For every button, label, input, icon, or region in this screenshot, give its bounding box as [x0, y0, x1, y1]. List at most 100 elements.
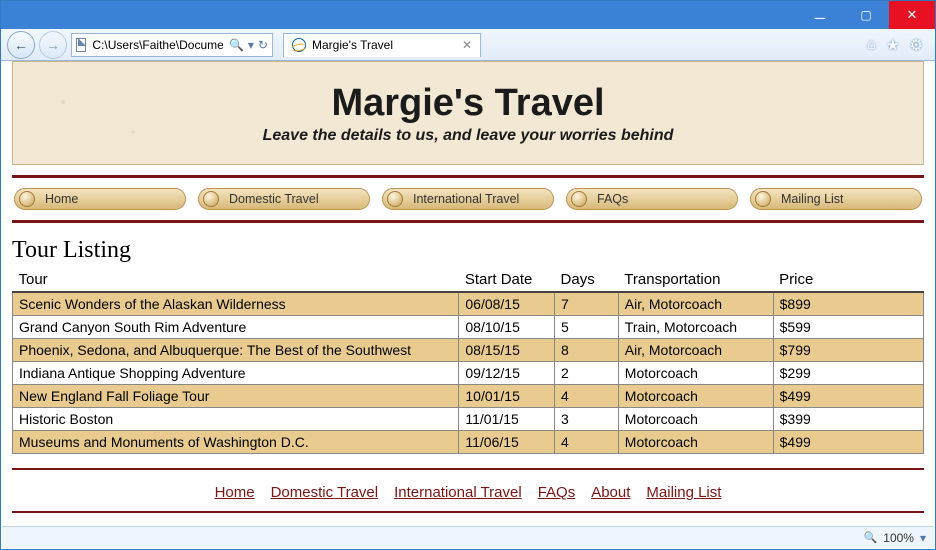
dropdown-icon[interactable]: ▾: [248, 38, 254, 52]
main-nav: Home Domestic Travel International Trave…: [14, 188, 922, 210]
table-row: Historic Boston11/01/153Motorcoach$399: [13, 408, 924, 431]
nav-home[interactable]: Home: [14, 188, 186, 210]
table-row: Indiana Antique Shopping Adventure09/12/…: [13, 362, 924, 385]
divider: [12, 220, 924, 223]
copyright: Copyright © Margie's Travel No material …: [12, 519, 924, 525]
nav-international[interactable]: International Travel: [382, 188, 554, 210]
address-bar[interactable]: 🔍 ▾ ↻: [71, 33, 273, 57]
nav-dot-icon: [387, 191, 403, 207]
back-button[interactable]: ←: [7, 31, 35, 59]
cell-days: 7: [555, 292, 619, 316]
divider: [12, 511, 924, 513]
table-row: Grand Canyon South Rim Adventure08/10/15…: [13, 316, 924, 339]
settings-icon[interactable]: ⚙: [910, 36, 923, 54]
cell-start: 08/10/15: [459, 316, 555, 339]
page-viewport[interactable]: Margie's Travel Leave the details to us,…: [2, 61, 934, 525]
nav-label: FAQs: [597, 192, 628, 206]
cell-tour: Grand Canyon South Rim Adventure: [13, 316, 459, 339]
maximize-button[interactable]: [843, 1, 889, 29]
cell-transport: Air, Motorcoach: [618, 292, 773, 316]
address-input[interactable]: [90, 37, 225, 53]
cell-price: $399: [773, 408, 923, 431]
table-row: Scenic Wonders of the Alaskan Wilderness…: [13, 292, 924, 316]
nav-dot-icon: [203, 191, 219, 207]
footer-link[interactable]: Domestic Travel: [271, 484, 379, 501]
table-row: New England Fall Foliage Tour10/01/154Mo…: [13, 385, 924, 408]
toolbar-right: ⌂ ★ ⚙: [867, 36, 929, 54]
col-transport: Transportation: [618, 268, 773, 292]
cell-start: 11/06/15: [459, 431, 555, 454]
page-heading: Tour Listing: [12, 237, 924, 264]
table-row: Museums and Monuments of Washington D.C.…: [13, 431, 924, 454]
nav-dot-icon: [19, 191, 35, 207]
tab-close-icon[interactable]: ✕: [462, 38, 472, 52]
zoom-dropdown-icon[interactable]: ▾: [920, 531, 926, 545]
col-days: Days: [555, 268, 619, 292]
cell-days: 3: [555, 408, 619, 431]
nav-label: Home: [45, 192, 78, 206]
minimize-button[interactable]: [797, 1, 843, 29]
page-content: Margie's Travel Leave the details to us,…: [2, 61, 934, 525]
table-header-row: Tour Start Date Days Transportation Pric…: [13, 268, 924, 292]
browser-window: ← → 🔍 ▾ ↻ Margie's Travel ✕ ⌂ ★ ⚙ Margie…: [0, 0, 936, 550]
home-icon[interactable]: ⌂: [867, 36, 876, 54]
cell-transport: Motorcoach: [618, 362, 773, 385]
cell-price: $899: [773, 292, 923, 316]
footer-link[interactable]: FAQs: [538, 484, 576, 501]
col-price: Price: [773, 268, 923, 292]
cell-tour: New England Fall Foliage Tour: [13, 385, 459, 408]
divider: [12, 468, 924, 470]
site-title: Margie's Travel: [331, 82, 604, 125]
cell-start: 11/01/15: [459, 408, 555, 431]
nav-label: International Travel: [413, 192, 519, 206]
nav-faqs[interactable]: FAQs: [566, 188, 738, 210]
nav-mailing-list[interactable]: Mailing List: [750, 188, 922, 210]
close-button[interactable]: [889, 1, 935, 29]
site-tagline: Leave the details to us, and leave your …: [263, 127, 674, 145]
cell-tour: Indiana Antique Shopping Adventure: [13, 362, 459, 385]
cell-tour: Scenic Wonders of the Alaskan Wilderness: [13, 292, 459, 316]
cell-start: 06/08/15: [459, 292, 555, 316]
browser-tab[interactable]: Margie's Travel ✕: [283, 33, 481, 57]
forward-button[interactable]: →: [39, 31, 67, 59]
cell-price: $799: [773, 339, 923, 362]
cell-tour: Phoenix, Sedona, and Albuquerque: The Be…: [13, 339, 459, 362]
table-row: Phoenix, Sedona, and Albuquerque: The Be…: [13, 339, 924, 362]
cell-transport: Train, Motorcoach: [618, 316, 773, 339]
zoom-level: 100%: [883, 531, 914, 545]
col-start: Start Date: [459, 268, 555, 292]
site-banner: Margie's Travel Leave the details to us,…: [12, 61, 924, 165]
footer-link[interactable]: International Travel: [394, 484, 522, 501]
footer-link[interactable]: Mailing List: [646, 484, 721, 501]
footer-link[interactable]: About: [591, 484, 630, 501]
cell-start: 08/15/15: [459, 339, 555, 362]
browser-toolbar: ← → 🔍 ▾ ↻ Margie's Travel ✕ ⌂ ★ ⚙: [1, 29, 935, 61]
nav-label: Domestic Travel: [229, 192, 319, 206]
cell-transport: Motorcoach: [618, 408, 773, 431]
copyright-line: Copyright © Margie's Travel: [12, 523, 924, 525]
tab-title: Margie's Travel: [312, 38, 393, 52]
zoom-icon[interactable]: 🔍: [864, 531, 878, 544]
content-area: Tour Listing Tour Start Date Days Transp…: [12, 237, 924, 454]
favorites-icon[interactable]: ★: [886, 36, 899, 54]
nav-label: Mailing List: [781, 192, 844, 206]
cell-tour: Historic Boston: [13, 408, 459, 431]
nav-domestic[interactable]: Domestic Travel: [198, 188, 370, 210]
cell-days: 2: [555, 362, 619, 385]
cell-start: 10/01/15: [459, 385, 555, 408]
page-icon: [76, 38, 86, 52]
cell-start: 09/12/15: [459, 362, 555, 385]
search-icon[interactable]: 🔍: [229, 38, 244, 52]
ie-icon: [292, 38, 306, 52]
footer-link[interactable]: Home: [215, 484, 255, 501]
cell-days: 4: [555, 385, 619, 408]
cell-price: $499: [773, 385, 923, 408]
cell-days: 5: [555, 316, 619, 339]
cell-transport: Motorcoach: [618, 431, 773, 454]
cell-price: $599: [773, 316, 923, 339]
footer-nav: Home Domestic Travel International Travel F…: [12, 476, 924, 505]
cell-transport: Motorcoach: [618, 385, 773, 408]
refresh-icon[interactable]: ↻: [258, 38, 268, 52]
nav-dot-icon: [755, 191, 771, 207]
nav-dot-icon: [571, 191, 587, 207]
